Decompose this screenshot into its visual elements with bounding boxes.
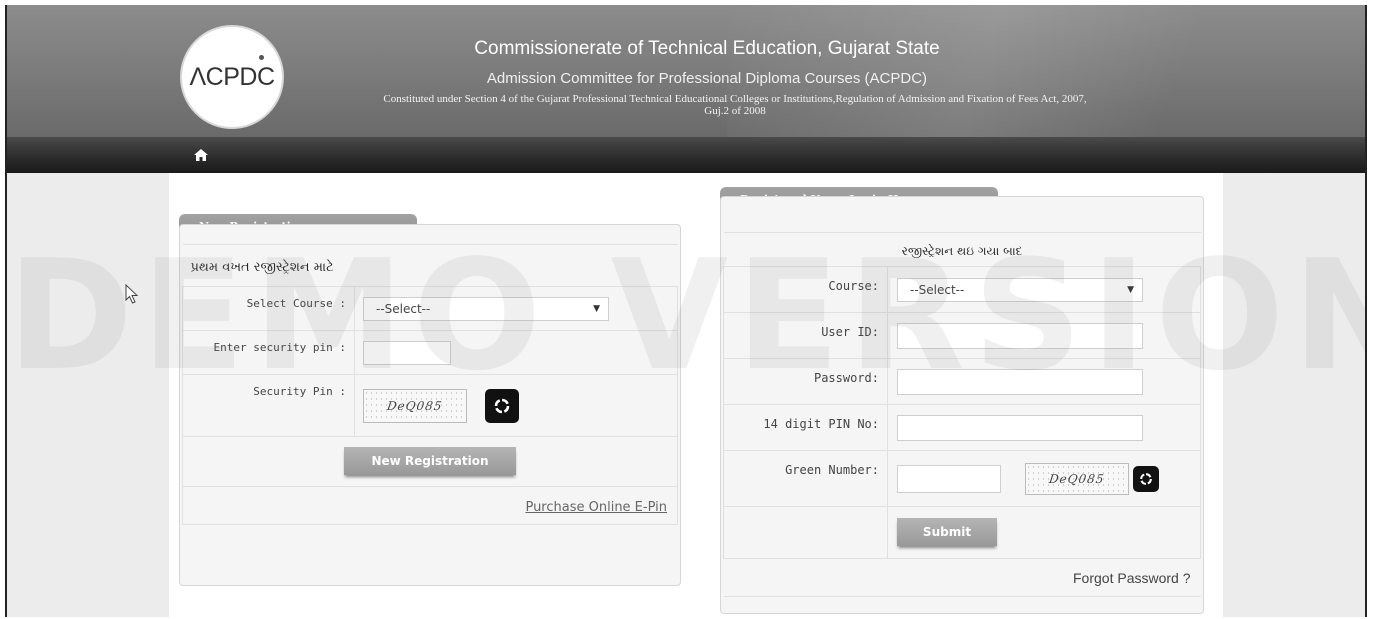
login-form: રજીસ્ટ્રેશન થઇ ગયા બાદ Course: --Select-… — [723, 232, 1201, 597]
new-registration-heading: પ્રથમ વખત રજીસ્ટ્રેશન માટે — [190, 260, 334, 275]
site-header: ΛCPDC Commissionerate of Technical Educa… — [7, 5, 1365, 137]
login-captcha-refresh-button[interactable] — [1132, 465, 1159, 492]
site-title: Commissionerate of Technical Education, … — [474, 38, 940, 59]
refresh-icon — [1139, 472, 1152, 485]
site-subtitle: Admission Committee for Professional Dip… — [486, 70, 928, 87]
home-icon[interactable] — [193, 147, 209, 163]
page-frame: ΛCPDC Commissionerate of Technical Educa… — [5, 5, 1367, 617]
submit-button[interactable]: Submit — [897, 518, 997, 546]
captcha-image: DeQ085 — [363, 388, 467, 423]
userid-label: User ID: — [723, 312, 888, 359]
password-input[interactable] — [897, 368, 1143, 395]
new-registration-button[interactable]: New Registration — [344, 447, 516, 475]
captcha-refresh-button[interactable] — [485, 388, 519, 423]
security-pin-input[interactable] — [363, 340, 451, 365]
userid-input[interactable] — [897, 322, 1143, 349]
pin14-input[interactable] — [897, 414, 1143, 441]
course-label: Course: — [723, 266, 888, 313]
login-heading: રજીસ્ટ્રેશન થઇ ગયા બાદ — [901, 244, 1023, 258]
constitution-text: Constituted under Section 4 of the Gujar… — [383, 93, 1087, 117]
purchase-epin-link[interactable]: Purchase Online E-Pin — [525, 500, 667, 515]
login-captcha-image: DeQ085 — [1024, 462, 1129, 495]
pin14-label: 14 digit PIN No: — [723, 404, 888, 451]
select-course-label: Select Course : — [182, 286, 355, 331]
login-course-select[interactable]: --Select-- ▼ — [897, 277, 1143, 302]
nav-bar — [7, 137, 1365, 173]
course-select[interactable]: --Select-- ▼ — [363, 296, 609, 321]
refresh-icon — [494, 398, 510, 413]
main-content: New Registration પ્રથમ વખત રજીસ્ટ્રેશન મ… — [169, 173, 1223, 617]
security-pin-label: Security Pin : — [182, 374, 355, 437]
green-number-label: Green Number: — [723, 450, 888, 507]
dropdown-arrow-icon: ▼ — [593, 303, 600, 314]
security-pin-input-label: Enter security pin : — [182, 330, 355, 375]
password-label: Password: — [723, 358, 888, 405]
green-number-input[interactable] — [897, 464, 1001, 493]
mouse-cursor-icon — [125, 284, 139, 304]
new-registration-form: પ્રથમ વખત રજીસ્ટ્રેશન માટે Select Course… — [182, 244, 678, 525]
forgot-password-link[interactable]: Forgot Password ? — [1073, 570, 1191, 586]
dropdown-arrow-icon: ▼ — [1127, 284, 1134, 295]
